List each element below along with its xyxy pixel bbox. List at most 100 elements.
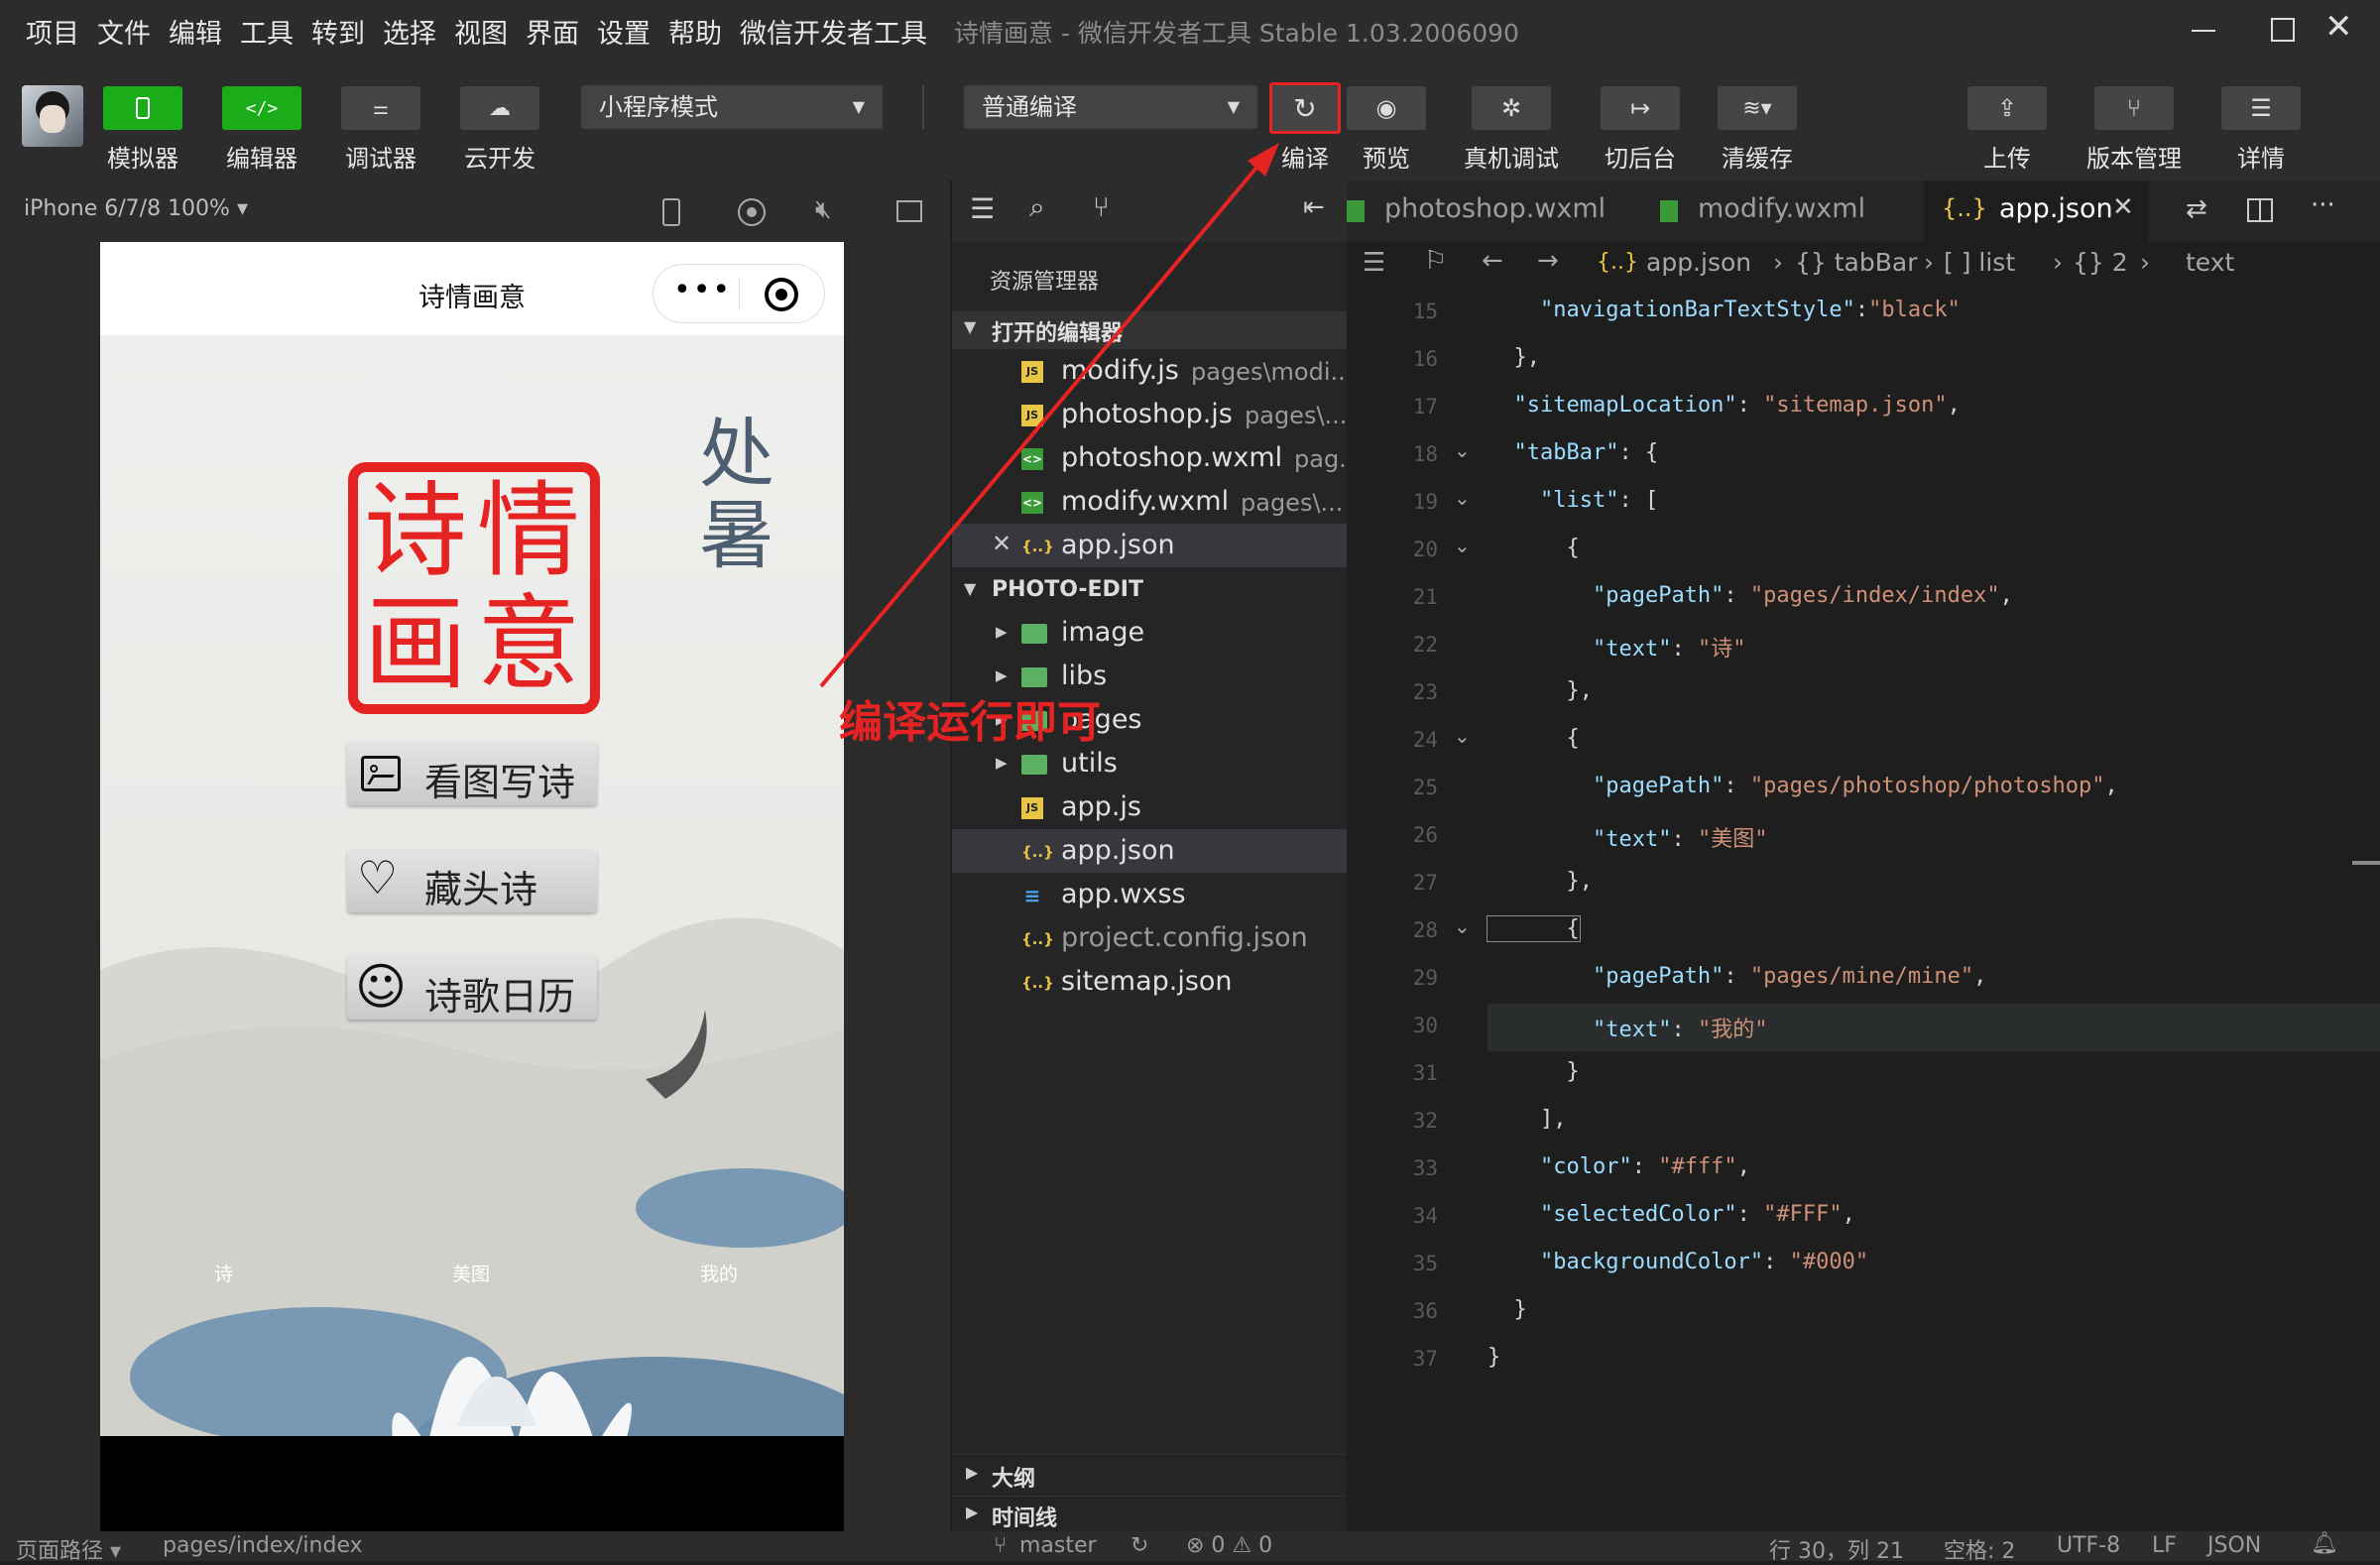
compile-mode-select[interactable]: 普通编译 ▼	[964, 85, 1257, 129]
phone-outline-icon[interactable]	[662, 198, 680, 226]
cursor-position[interactable]: 行 30，列 21	[1769, 1533, 1904, 1565]
look-write-poem-button[interactable]: 看图写诗	[347, 742, 597, 805]
debugger-button[interactable]: ⚌	[341, 86, 420, 130]
editor-button[interactable]: </>	[222, 86, 301, 130]
scrollbar-marker[interactable]	[2352, 861, 2380, 865]
breadcrumb-item[interactable]: text	[2186, 248, 2234, 277]
file-item[interactable]: JS app.js	[952, 785, 1347, 829]
folder-item[interactable]: ▶ image	[952, 611, 1347, 655]
menu-edit[interactable]: 编辑	[169, 12, 222, 51]
project-header[interactable]: ▼ PHOTO-EDIT	[952, 573, 1347, 611]
git-branch[interactable]: master	[1019, 1533, 1097, 1558]
open-editors-header[interactable]: ▼ 打开的编辑器	[952, 311, 1347, 349]
open-editor-item[interactable]: <> modify.wxml pages\...	[952, 480, 1347, 524]
list-icon[interactable]: ☰	[1363, 248, 1385, 278]
open-editor-item[interactable]: <> photoshop.wxml pag...	[952, 436, 1362, 480]
fold-chevron-icon[interactable]: ⌄	[1454, 534, 1471, 557]
code-editor[interactable]	[1347, 181, 2380, 1531]
menu-interface[interactable]: 界面	[526, 12, 579, 51]
json-file-icon: {..}	[1597, 250, 1638, 275]
js-file-icon: JS	[1021, 405, 1043, 426]
source-control-icon[interactable]: ⑂	[1093, 190, 1110, 223]
fold-chevron-icon[interactable]: ⌄	[1454, 914, 1471, 938]
bell-icon[interactable]: 🔔︎	[2311, 1531, 2338, 1556]
acrostic-poem-button[interactable]: ♡ 藏头诗	[347, 849, 597, 912]
list-icon[interactable]: ☰	[970, 192, 995, 225]
tab-photo[interactable]: 美图	[452, 1260, 490, 1286]
menu-goto[interactable]: 转到	[311, 12, 365, 51]
encoding[interactable]: UTF-8	[2057, 1533, 2120, 1558]
open-editor-item[interactable]: JS modify.js pages\modi...	[952, 349, 1353, 393]
more-dots-icon[interactable]: •••	[673, 273, 732, 307]
details-button[interactable]: ☰	[2221, 86, 2301, 130]
menu-file[interactable]: 文件	[97, 12, 151, 51]
menu-help[interactable]: 帮助	[668, 12, 722, 51]
fold-chevron-icon[interactable]: ⌄	[1454, 724, 1471, 748]
clear-cache-button[interactable]: ≋▾	[1718, 86, 1797, 130]
problems-count[interactable]: ⊗ 0 ⚠ 0	[1186, 1533, 1272, 1558]
open-editor-item[interactable]: JS photoshop.js pages\...	[952, 393, 1347, 436]
file-item[interactable]: {..} app.json	[952, 829, 1347, 873]
menu-view[interactable]: 视图	[454, 12, 508, 51]
sync-icon[interactable]: ↻	[1130, 1533, 1148, 1558]
fold-chevron-icon[interactable]: ⌄	[1454, 486, 1471, 510]
menu-project[interactable]: 项目	[26, 12, 79, 51]
menu-settings[interactable]: 设置	[597, 12, 651, 51]
bookmark-icon[interactable]: ⚐	[1424, 246, 1447, 276]
tab-poem[interactable]: 诗	[214, 1260, 233, 1286]
device-select[interactable]: iPhone 6/7/8 100% ▾	[24, 196, 248, 221]
file-item[interactable]: {..} sitemap.json	[952, 960, 1347, 1004]
search-icon[interactable]: ⌕	[1029, 190, 1045, 224]
close-icon[interactable]: ✕	[992, 530, 1012, 557]
simulator-button[interactable]	[103, 86, 182, 130]
fold-chevron-icon[interactable]: ⌄	[1454, 438, 1471, 462]
record-icon[interactable]	[738, 198, 766, 226]
timeline-section[interactable]: ▶ 时间线	[952, 1496, 1347, 1531]
avatar[interactable]	[22, 85, 83, 147]
tab-app-json[interactable]: {..} app.json ✕	[1924, 181, 2148, 242]
folder-icon	[1021, 667, 1047, 687]
poem-calendar-button[interactable]: ☺ 诗歌日历	[347, 956, 597, 1020]
file-item[interactable]: {..} project.config.json	[952, 916, 1347, 960]
tab-mine[interactable]: 我的	[700, 1260, 738, 1286]
menu-wechat-devtools[interactable]: 微信开发者工具	[740, 12, 927, 51]
upload-button[interactable]: ⇪	[1967, 86, 2047, 130]
cloud-button[interactable]: ☁	[460, 86, 539, 130]
tab-photoshop-wxml[interactable]: photoshop.wxml	[1347, 181, 1606, 242]
mute-icon[interactable]: 🔇︎	[815, 194, 831, 225]
version-button[interactable]: ⑂	[2094, 86, 2174, 130]
split-editor-icon[interactable]	[2247, 198, 2273, 222]
compare-icon[interactable]: ⇄	[2186, 194, 2207, 224]
more-actions-icon[interactable]: ···	[2311, 190, 2335, 220]
compile-button[interactable]: ↻	[1269, 82, 1341, 134]
language-mode[interactable]: JSON	[2207, 1533, 2261, 1558]
capsule-button[interactable]: •••	[653, 264, 825, 323]
line-ending[interactable]: LF	[2152, 1533, 2177, 1558]
maximize-button[interactable]	[2249, 6, 2307, 54]
minimize-button[interactable]	[2182, 6, 2239, 54]
preview-button[interactable]: ◉	[1347, 86, 1426, 130]
close-window-button[interactable]: ✕	[2317, 6, 2374, 54]
breadcrumb-item[interactable]: [ ] list	[1944, 248, 2015, 277]
seal-char: 意	[477, 583, 581, 704]
breadcrumb-file[interactable]: app.json	[1646, 248, 1751, 277]
collapse-panel-icon[interactable]: ⇤	[1303, 192, 1325, 222]
forward-arrow-icon[interactable]: →	[1537, 246, 1559, 276]
close-tab-icon[interactable]: ✕	[2112, 192, 2134, 222]
menu-select[interactable]: 选择	[383, 12, 436, 51]
background-button[interactable]: ↦	[1601, 86, 1680, 130]
close-miniprogram-icon[interactable]	[765, 278, 798, 311]
file-item[interactable]: ≡ app.wxss	[952, 873, 1347, 916]
breadcrumb-item[interactable]: {} 2	[2073, 248, 2128, 277]
indentation[interactable]: 空格: 2	[1944, 1533, 2015, 1565]
breadcrumb-item[interactable]: {} tabBar	[1795, 248, 1918, 277]
real-debug-button[interactable]: ✲	[1472, 86, 1551, 130]
back-arrow-icon[interactable]: ←	[1482, 246, 1503, 276]
outline-section[interactable]: ▶ 大纲	[952, 1454, 1347, 1494]
popout-icon[interactable]	[896, 200, 922, 222]
mode-select[interactable]: 小程序模式 ▼	[581, 85, 883, 129]
menu-tools[interactable]: 工具	[240, 12, 294, 51]
tab-modify-wxml[interactable]: modify.wxml	[1660, 181, 1888, 242]
page-path-select[interactable]: 页面路径 ▾	[16, 1533, 121, 1565]
open-editor-item[interactable]: ✕ {..} app.json	[952, 524, 1347, 567]
